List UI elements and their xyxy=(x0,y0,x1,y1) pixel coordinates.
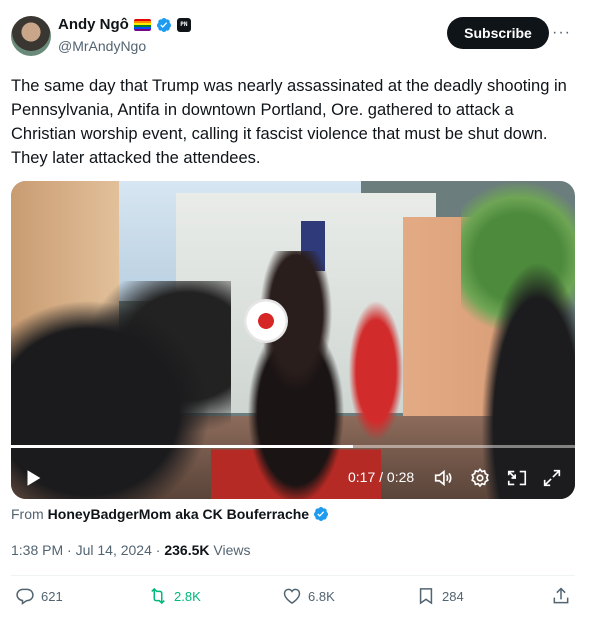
video-frame-person xyxy=(211,251,381,499)
affiliate-badge-icon[interactable]: PN xyxy=(176,17,191,32)
bookmark-count: 284 xyxy=(442,588,464,604)
tweet-date[interactable]: Jul 14, 2024 xyxy=(76,542,152,558)
more-options-icon[interactable]: ··· xyxy=(552,24,571,42)
heart-icon xyxy=(283,588,301,604)
meta-separator: · xyxy=(67,542,72,558)
tweet-text: The same day that Trump was nearly assas… xyxy=(11,77,567,167)
video-frame-crowd xyxy=(481,261,575,499)
views-label: Views xyxy=(213,542,251,558)
megaphone-image xyxy=(244,299,288,343)
tweet-header: Andy Ngô PN @MrAndyNgo Subscribe ··· xyxy=(11,14,579,60)
like-count: 6.8K xyxy=(308,588,335,604)
reply-button[interactable]: 621 xyxy=(15,586,63,606)
views-count: 236.5K xyxy=(164,542,210,558)
repost-icon xyxy=(151,587,165,605)
author-name-row: Andy Ngô PN xyxy=(58,16,191,33)
fullscreen-icon[interactable] xyxy=(541,467,563,489)
tweet-metadata: 1:38 PM · Jul 14, 2024 · 236.5K Views xyxy=(11,542,250,558)
repost-button[interactable]: 2.8K xyxy=(148,586,201,606)
play-icon[interactable] xyxy=(22,467,44,489)
verified-badge-icon xyxy=(156,17,171,32)
author-handle[interactable]: @MrAndyNgo xyxy=(58,38,146,54)
video-source-attribution: From HoneyBadgerMom aka CK Bouferrache xyxy=(11,506,329,522)
reply-count: 621 xyxy=(41,588,63,604)
video-frame-crowd xyxy=(11,281,231,499)
bookmark-button[interactable]: 284 xyxy=(416,586,464,606)
tweet-time[interactable]: 1:38 PM xyxy=(11,542,63,558)
tweet-actions: 621 2.8K 6.8K 284 xyxy=(11,586,575,618)
video-time: 0:17 / 0:28 xyxy=(348,469,415,485)
rainbow-flag-icon xyxy=(133,18,151,31)
video-progress-bar[interactable] xyxy=(11,445,575,448)
repost-count: 2.8K xyxy=(174,588,201,604)
reply-icon xyxy=(16,588,34,605)
subscribe-button[interactable]: Subscribe xyxy=(447,17,549,49)
share-icon xyxy=(553,587,569,604)
source-account-link[interactable]: HoneyBadgerMom aka CK Bouferrache xyxy=(48,506,309,522)
video-progress-fill xyxy=(11,445,354,448)
divider xyxy=(11,575,575,576)
source-prefix: From xyxy=(11,506,44,522)
settings-gear-icon[interactable] xyxy=(469,467,491,489)
video-player[interactable] xyxy=(11,181,575,499)
bookmark-icon xyxy=(419,588,433,605)
meta-separator: · xyxy=(155,542,161,558)
picture-in-picture-icon[interactable] xyxy=(506,467,528,489)
author-avatar[interactable] xyxy=(11,16,51,56)
volume-icon[interactable] xyxy=(432,467,454,489)
author-name[interactable]: Andy Ngô xyxy=(58,16,129,33)
verified-badge-icon xyxy=(314,507,329,521)
share-button[interactable] xyxy=(551,586,571,606)
like-button[interactable]: 6.8K xyxy=(282,586,335,606)
